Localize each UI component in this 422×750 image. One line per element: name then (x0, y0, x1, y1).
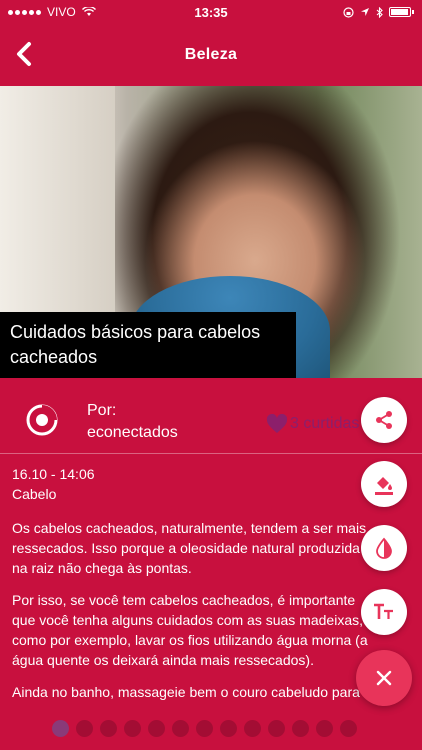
carrier-label: VIVO (47, 5, 76, 19)
back-button[interactable] (6, 36, 42, 72)
close-icon (376, 670, 392, 686)
heart-icon (266, 414, 288, 433)
signal-icon (8, 9, 41, 15)
paragraph: Por isso, se você tem cabelos cacheados,… (12, 592, 368, 668)
page-title: Beleza (184, 46, 238, 63)
battery-icon (389, 7, 411, 17)
page-dot[interactable] (196, 720, 213, 737)
close-menu-button[interactable] (356, 650, 412, 706)
share-icon (376, 411, 392, 429)
page-dot[interactable] (268, 720, 285, 737)
page-dot[interactable] (244, 720, 261, 737)
text-size-icon (374, 603, 393, 619)
wifi-icon (81, 7, 96, 16)
page-dot[interactable] (76, 720, 93, 737)
article-meta: 16.10 - 14:06 Cabelo (12, 464, 95, 504)
article-category: Cabelo (12, 486, 57, 502)
page-dot[interactable] (52, 720, 69, 737)
background-color-button[interactable] (361, 461, 407, 507)
contrast-button[interactable] (361, 525, 407, 571)
page-dot[interactable] (148, 720, 165, 737)
status-bar: VIVO 13:35 (0, 0, 422, 24)
page-dot[interactable] (172, 720, 189, 737)
chevron-left-icon (17, 42, 31, 66)
page-dot[interactable] (100, 720, 117, 737)
article-body: Os cabelos cacheados, naturalmente, tend… (12, 518, 412, 714)
page-dot[interactable] (340, 720, 357, 737)
paint-bucket-icon (375, 477, 393, 495)
article-title: Cuidados básicos para cabelos cacheados (0, 312, 296, 378)
location-icon (361, 8, 369, 16)
status-right (343, 6, 414, 18)
likes-button[interactable]: 3 curtidas (266, 414, 359, 434)
font-size-button[interactable] (361, 589, 407, 635)
battery-tip (412, 10, 414, 14)
likes-count: 3 curtidas (290, 415, 360, 432)
paragraph: Ainda no banho, massageie bem o couro ca… (12, 684, 360, 700)
article-date: 16.10 - 14:06 (12, 466, 95, 482)
author-prefix: Por: (87, 402, 117, 419)
lock-rotation-icon (343, 6, 354, 18)
contrast-icon (376, 537, 392, 559)
brand-logo-icon (26, 404, 58, 436)
nav-bar: Beleza (0, 24, 422, 86)
page-indicator (52, 720, 357, 737)
author-block: Por: econectados (87, 400, 178, 444)
article-hero-image: Cuidados básicos para cabelos cacheados (0, 86, 422, 378)
author-row: Por: econectados 3 curtidas (0, 386, 422, 454)
paragraph: Os cabelos cacheados, naturalmente, tend… (12, 520, 367, 576)
page-dot[interactable] (220, 720, 237, 737)
bluetooth-icon (376, 6, 383, 18)
page-dot[interactable] (316, 720, 333, 737)
status-left: VIVO (8, 5, 96, 19)
page-dot[interactable] (292, 720, 309, 737)
author-name[interactable]: econectados (87, 422, 178, 444)
share-button[interactable] (361, 397, 407, 443)
page-dot[interactable] (124, 720, 141, 737)
